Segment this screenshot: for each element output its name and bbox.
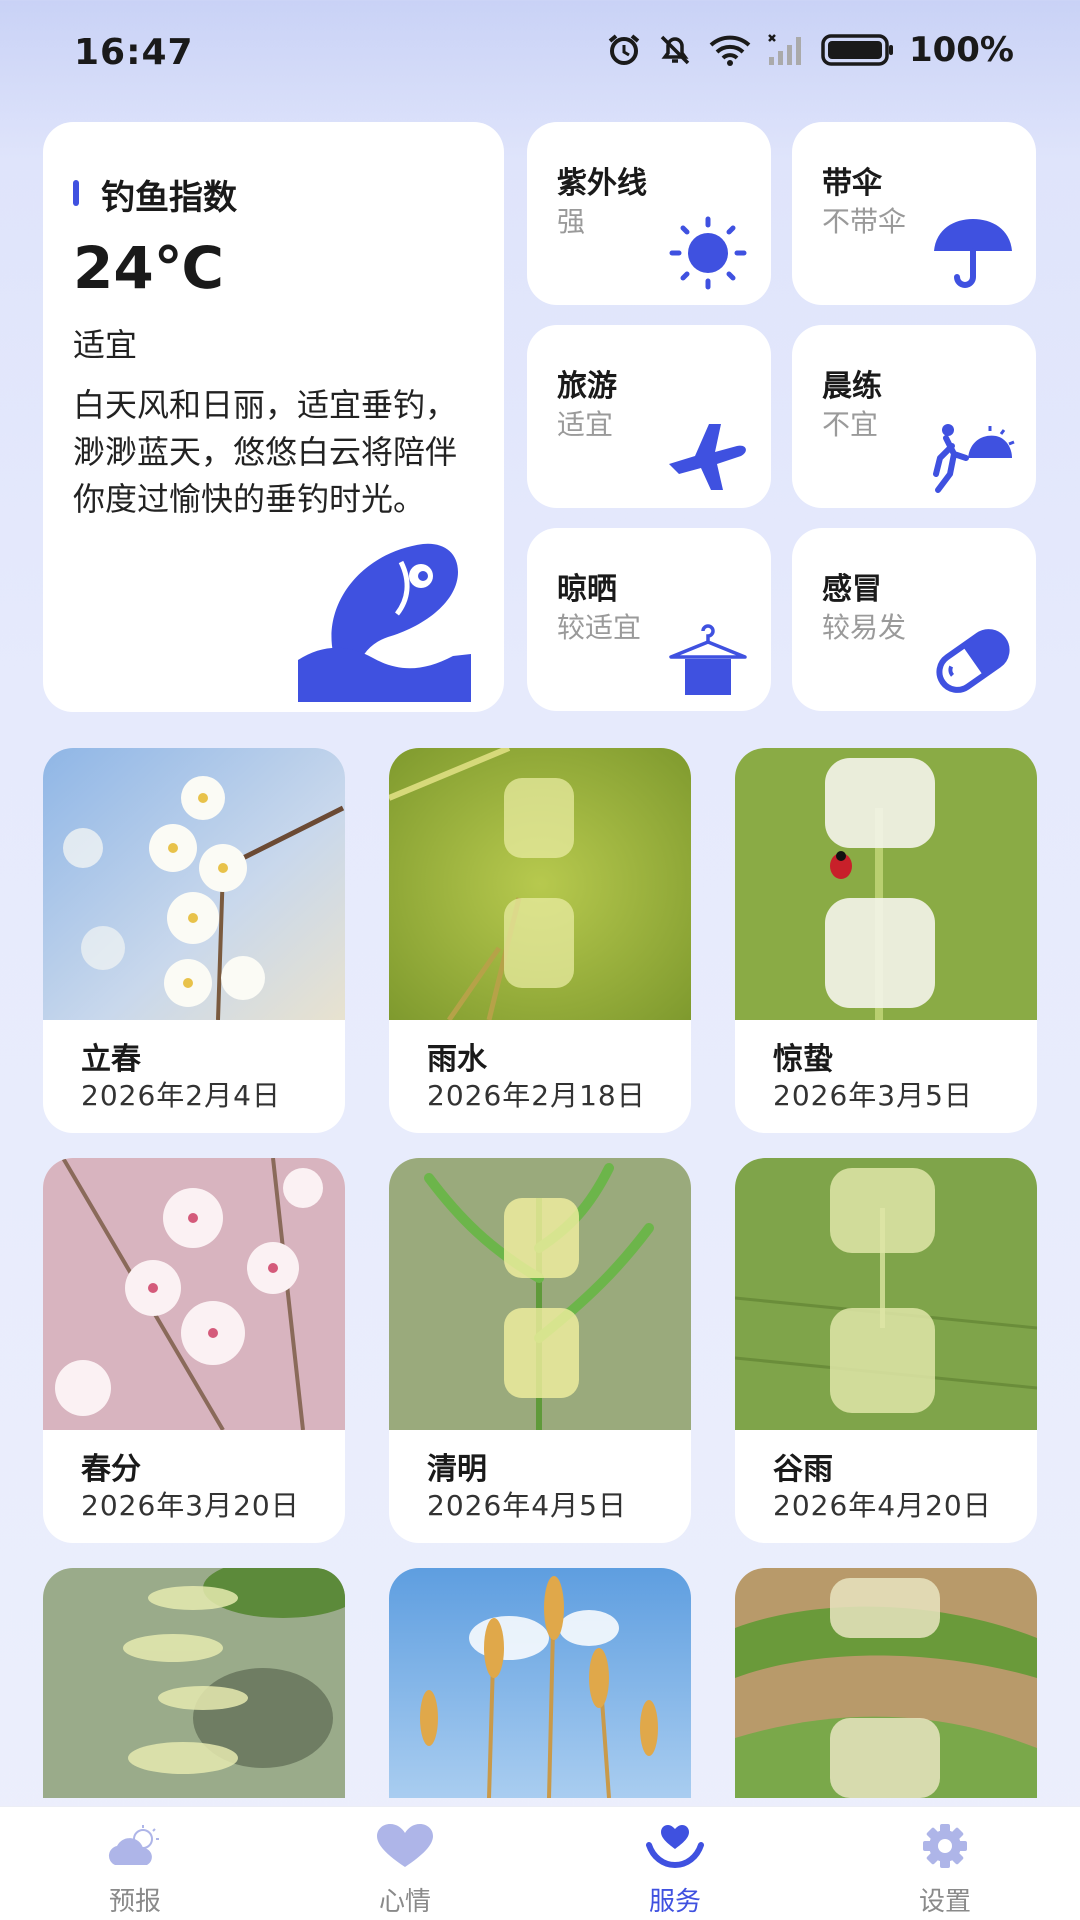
status-time: 16:47 <box>74 32 194 73</box>
index-card-drying[interactable]: 晾晒 较适宜 <box>527 528 771 711</box>
solar-term-name: 春分 <box>81 1452 141 1487</box>
terraced-field-image <box>735 1568 1037 1798</box>
index-card-cold[interactable]: 感冒 较易发 <box>792 528 1036 711</box>
solar-term-name: 清明 <box>427 1452 487 1487</box>
index-value: 不带伞 <box>822 205 907 238</box>
cloud-sun-icon <box>108 1825 159 1865</box>
solar-term-card-lichun[interactable]: 立春 2026年2月4日 <box>43 748 345 1133</box>
solar-term-name: 谷雨 <box>773 1452 833 1487</box>
index-value: 适宜 <box>557 408 614 441</box>
plum-blossom-image <box>43 748 345 1020</box>
solar-term-date: 2026年3月20日 <box>81 1489 300 1522</box>
umbrella-icon <box>934 219 1012 288</box>
title-accent-bar <box>73 180 79 206</box>
index-title: 旅游 <box>557 369 617 404</box>
index-card-umbrella[interactable]: 带伞 不带伞 <box>792 122 1036 305</box>
status-icons: 100% <box>605 30 1014 70</box>
battery-level: 100% <box>908 30 1014 70</box>
index-card-travel[interactable]: 旅游 适宜 <box>527 325 771 508</box>
fish-icon <box>298 543 471 702</box>
wheat-field-image <box>735 1158 1037 1430</box>
fishing-title: 钓鱼指数 <box>101 178 237 218</box>
index-value: 较适宜 <box>557 611 642 644</box>
solar-term-card-partial-lotus[interactable] <box>43 1568 345 1798</box>
index-card-uv[interactable]: 紫外线 强 <box>527 122 771 305</box>
solar-term-name: 立春 <box>81 1042 141 1077</box>
solar-term-date: 2026年3月5日 <box>773 1079 973 1112</box>
nav-label: 心情 <box>378 1887 431 1917</box>
ladybug-image <box>735 748 1037 1020</box>
service-icon <box>646 1825 704 1869</box>
sun-icon <box>669 216 747 290</box>
status-bar: 16:47 100% <box>0 0 1080 104</box>
index-title: 晾晒 <box>557 572 617 607</box>
battery-icon <box>821 34 893 66</box>
fishing-index-card[interactable]: 钓鱼指数 24℃ 适宜 白天风和日丽，适宜垂钓，渺渺蓝天，悠悠白云将陪伴你度过愉… <box>43 122 504 712</box>
solar-term-date: 2026年4月20日 <box>773 1489 992 1522</box>
lotus-pond-image <box>43 1568 345 1798</box>
nav-item-service[interactable]: 服务 <box>575 1807 775 1920</box>
wifi-icon <box>709 35 751 66</box>
solar-term-date: 2026年2月18日 <box>427 1079 646 1112</box>
running-icon <box>933 424 1015 493</box>
solar-term-card-partial-wheat[interactable] <box>389 1568 691 1798</box>
pill-icon <box>936 629 1010 693</box>
index-card-morning-exercise[interactable]: 晨练 不宜 <box>792 325 1036 508</box>
gear-icon <box>923 1824 967 1868</box>
index-value: 较易发 <box>822 611 907 644</box>
nav-item-mood[interactable]: 心情 <box>305 1807 505 1920</box>
nav-label: 设置 <box>918 1887 971 1917</box>
mute-icon <box>660 35 690 65</box>
index-title: 感冒 <box>822 572 882 607</box>
index-title: 晨练 <box>822 369 882 404</box>
fishing-level: 适宜 <box>73 326 138 364</box>
heart-icon <box>377 1824 433 1867</box>
solar-term-date: 2026年4月5日 <box>427 1489 627 1522</box>
rain-grass-image <box>389 748 691 1020</box>
solar-term-card-qingming[interactable]: 清明 2026年4月5日 <box>389 1158 691 1543</box>
index-value: 强 <box>557 205 586 238</box>
green-sprout-image <box>389 1158 691 1430</box>
solar-term-name: 雨水 <box>427 1042 487 1077</box>
index-value: 不宜 <box>822 408 879 441</box>
alarm-icon <box>608 34 640 65</box>
signal-icon <box>768 34 801 65</box>
nav-label: 服务 <box>648 1887 701 1917</box>
nav-item-settings[interactable]: 设置 <box>845 1807 1045 1920</box>
solar-term-name: 惊蛰 <box>773 1042 833 1077</box>
index-title: 带伞 <box>822 166 882 201</box>
index-title: 紫外线 <box>557 166 647 201</box>
airplane-icon <box>669 424 746 490</box>
solar-term-card-jingzhe[interactable]: 惊蛰 2026年3月5日 <box>735 748 1037 1133</box>
wheat-ears-image <box>389 1568 691 1798</box>
solar-term-card-partial-field[interactable] <box>735 1568 1037 1798</box>
fishing-temperature: 24℃ <box>73 234 224 302</box>
fishing-description: 白天风和日丽，适宜垂钓，渺渺蓝天，悠悠白云将陪伴你度过愉快的垂钓时光。 <box>73 386 458 518</box>
hanger-icon <box>669 624 747 695</box>
nav-label: 预报 <box>108 1887 161 1917</box>
solar-term-card-guyu[interactable]: 谷雨 2026年4月20日 <box>735 1158 1037 1543</box>
solar-term-date: 2026年2月4日 <box>81 1079 281 1112</box>
solar-term-card-yushui[interactable]: 雨水 2026年2月18日 <box>389 748 691 1133</box>
solar-term-card-chunfen[interactable]: 春分 2026年3月20日 <box>43 1158 345 1543</box>
nav-item-forecast[interactable]: 预报 <box>35 1807 235 1920</box>
cherry-blossom-image <box>43 1158 345 1430</box>
bottom-navigation: 预报 心情 服务 设置 <box>0 1806 1080 1920</box>
